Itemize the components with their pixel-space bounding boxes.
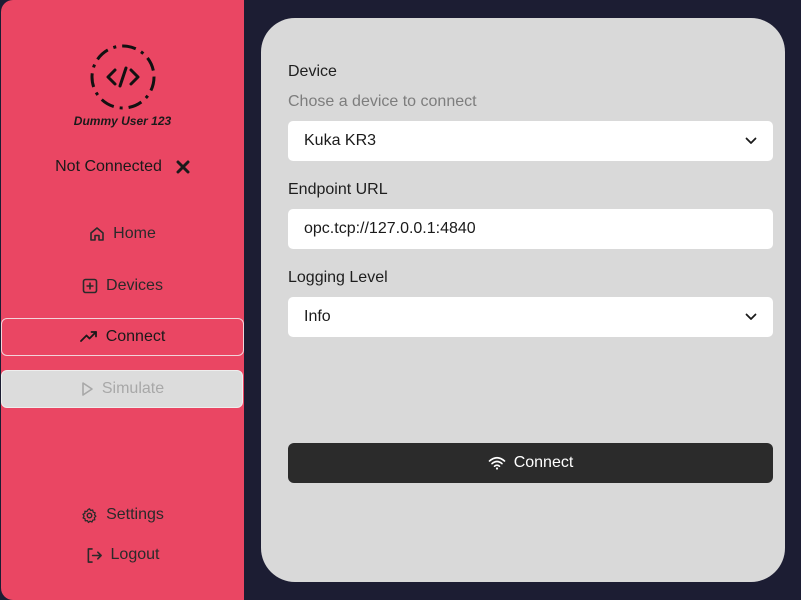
connect-panel: Device Chose a device to connect Kuka KR…	[261, 18, 785, 582]
logging-level-value: Info	[304, 308, 331, 325]
sidebar: Dummy User 123 Not Connected Home Device…	[1, 0, 244, 600]
endpoint-url-input[interactable]: opc.tcp://127.0.0.1:4840	[288, 209, 773, 249]
nav-connect[interactable]: Connect	[1, 318, 244, 356]
nav-home-label: Home	[113, 225, 156, 242]
nav-home[interactable]: Home	[1, 215, 244, 253]
plus-square-icon	[82, 278, 98, 294]
wifi-icon	[488, 456, 506, 470]
home-icon	[90, 227, 104, 241]
device-select[interactable]: Kuka KR3	[288, 121, 773, 161]
logout-label: Logout	[110, 546, 160, 563]
logging-level-select[interactable]: Info	[288, 297, 773, 337]
chevron-down-icon	[745, 313, 757, 320]
trending-up-icon	[79, 331, 97, 342]
logout-icon	[87, 547, 102, 563]
settings-button[interactable]: Settings	[1, 496, 244, 534]
endpoint-label: Endpoint URL	[288, 181, 388, 198]
device-select-value: Kuka KR3	[304, 132, 377, 149]
connect-button-label: Connect	[513, 454, 574, 471]
nav-devices[interactable]: Devices	[1, 267, 244, 305]
device-hint: Chose a device to connect	[288, 93, 477, 110]
connect-button[interactable]: Connect	[288, 443, 773, 483]
logging-level-label: Logging Level	[288, 269, 388, 286]
nav-simulate-label: Simulate	[101, 380, 165, 397]
connection-status: Not Connected	[1, 156, 244, 178]
close-icon	[176, 160, 190, 174]
nav-connect-label: Connect	[105, 328, 166, 345]
device-label: Device	[288, 63, 337, 80]
play-icon	[82, 382, 93, 396]
nav-devices-label: Devices	[106, 277, 163, 294]
code-logo-icon	[90, 44, 156, 110]
nav-simulate[interactable]: Simulate	[1, 370, 243, 408]
chevron-down-icon	[745, 137, 757, 144]
connection-status-text: Not Connected	[55, 158, 162, 175]
endpoint-url-value: opc.tcp://127.0.0.1:4840	[304, 220, 476, 237]
gear-icon	[82, 507, 97, 523]
logout-button[interactable]: Logout	[1, 536, 244, 574]
settings-label: Settings	[106, 506, 164, 523]
user-name: Dummy User 123	[73, 114, 172, 128]
